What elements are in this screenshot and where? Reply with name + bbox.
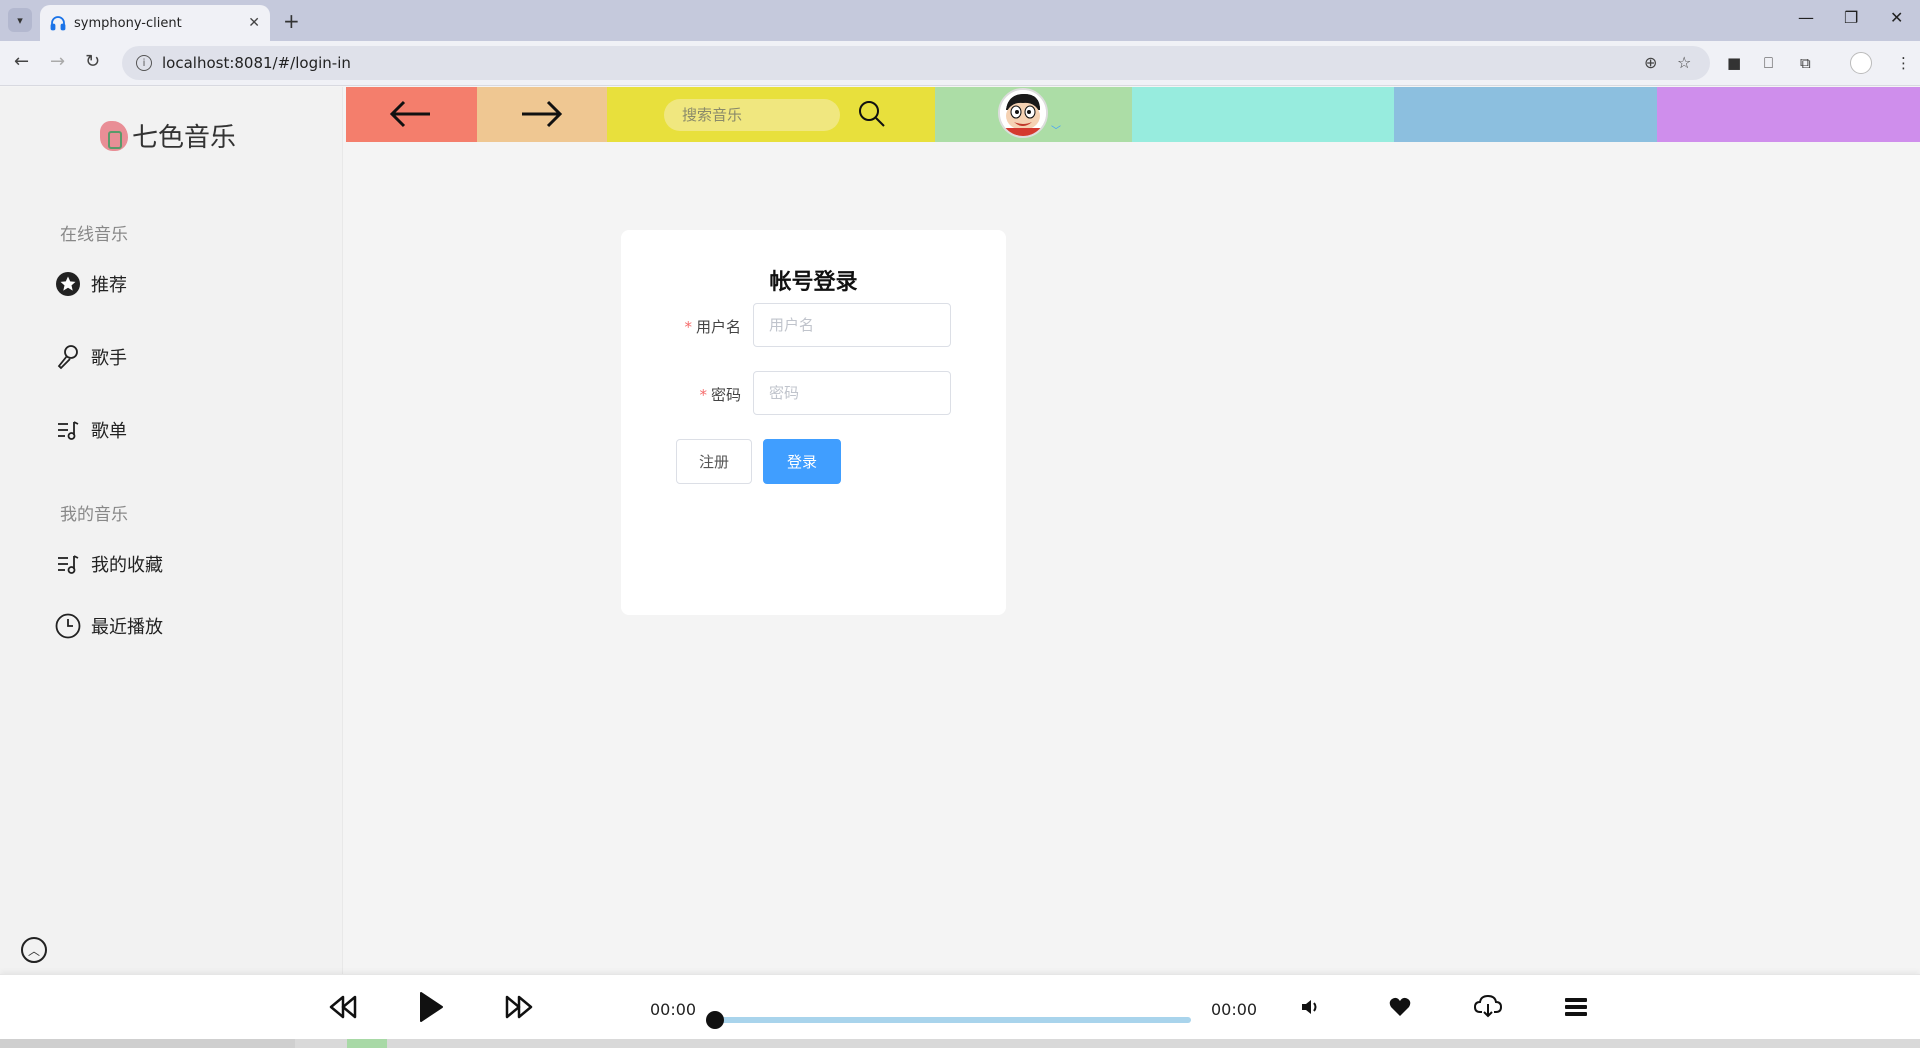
- address-bar[interactable]: i localhost:8081/#/login-in: [122, 46, 1710, 80]
- search-icon[interactable]: [858, 100, 886, 132]
- current-time: 00:00: [650, 1000, 697, 1019]
- reload-icon[interactable]: ↻: [85, 51, 100, 72]
- progress-bar[interactable]: [716, 1017, 1191, 1023]
- sidebar-item-singers[interactable]: 歌手: [55, 344, 127, 370]
- username-label: * 用户名: [651, 316, 741, 337]
- taskbar-indicator: [347, 1039, 387, 1048]
- list-icon: [1565, 998, 1587, 1016]
- section-online-music: 在线音乐: [60, 225, 128, 245]
- search-input[interactable]: [664, 99, 840, 131]
- star-circle-icon: [55, 271, 81, 297]
- sidebar: 七色音乐 在线音乐 推荐 歌手 歌单 我的音乐 我的收藏 最近播放 ︿: [0, 87, 343, 974]
- download-button[interactable]: [1474, 994, 1502, 1018]
- chevron-down-icon: ▾: [17, 13, 23, 27]
- playlist-menu-button[interactable]: [1564, 996, 1588, 1018]
- sidebar-item-label: 歌手: [91, 348, 127, 369]
- browser-toolbar: ← → ↻ i localhost:8081/#/login-in ⊕ ☆ ■ …: [0, 41, 1920, 86]
- header-segment-blue: [1394, 87, 1657, 142]
- tab-close-icon[interactable]: ✕: [248, 15, 260, 31]
- minimize-button[interactable]: —: [1798, 8, 1814, 27]
- user-segment: ﹀: [935, 87, 1132, 142]
- header-segment-purple: [1657, 87, 1920, 142]
- restore-button[interactable]: ❐: [1844, 8, 1858, 27]
- sidebar-item-playlists[interactable]: 歌单: [55, 417, 127, 443]
- browser-tab[interactable]: symphony-client ✕: [40, 5, 270, 41]
- search-segment: [607, 87, 935, 142]
- section-my-music: 我的音乐: [60, 505, 128, 525]
- fast-forward-icon: [505, 995, 533, 1019]
- volume-button[interactable]: [1300, 997, 1322, 1017]
- extensions-puzzle-icon[interactable]: ⧉: [1800, 54, 1811, 72]
- taskbar-edge: [0, 1039, 1920, 1048]
- window-close-button[interactable]: ✕: [1890, 8, 1903, 27]
- music-player-bar: 00:00 00:00: [0, 974, 1920, 1039]
- sidebar-item-favorites[interactable]: 我的收藏: [55, 551, 163, 577]
- play-icon: [420, 992, 443, 1022]
- heart-icon: [1389, 997, 1411, 1016]
- sidebar-item-label: 最近播放: [91, 617, 163, 638]
- chevron-up-icon: ︿: [27, 943, 40, 958]
- required-mark: *: [684, 318, 692, 336]
- user-avatar[interactable]: [998, 88, 1048, 138]
- playlist-icon: [55, 417, 81, 443]
- password-label: * 密码: [651, 384, 741, 405]
- extension-icon[interactable]: ■: [1727, 54, 1741, 72]
- url-text: localhost:8081/#/login-in: [162, 54, 351, 72]
- new-tab-button[interactable]: +: [283, 9, 300, 33]
- profile-avatar[interactable]: [1850, 52, 1872, 74]
- sidebar-item-label: 我的收藏: [91, 555, 163, 576]
- zoom-icon[interactable]: ⊕: [1644, 53, 1657, 72]
- login-button[interactable]: 登录: [763, 439, 841, 484]
- headphones-icon: [50, 16, 66, 31]
- volume-icon: [1302, 1000, 1317, 1014]
- progress-thumb[interactable]: [706, 1011, 724, 1029]
- total-time: 00:00: [1211, 1000, 1258, 1019]
- menu-dots-icon[interactable]: ⋮: [1896, 54, 1911, 72]
- top-navbar: ﹀: [346, 87, 1920, 142]
- sidebar-item-label: 推荐: [91, 275, 127, 296]
- play-button[interactable]: [418, 991, 444, 1023]
- back-arrow-icon[interactable]: ←: [14, 51, 29, 72]
- logo-text: 七色音乐: [132, 123, 237, 153]
- clock-icon: [55, 613, 81, 639]
- scroll-up-button[interactable]: ︿: [21, 937, 47, 963]
- password-label-text: 密码: [710, 386, 741, 404]
- sidebar-item-label: 歌单: [91, 421, 127, 442]
- forward-arrow-icon[interactable]: →: [50, 51, 65, 72]
- nav-back-segment[interactable]: [346, 87, 477, 142]
- taskbar-shadow: [0, 1039, 295, 1048]
- sidebar-item-recent[interactable]: 最近播放: [55, 613, 163, 639]
- login-card: 帐号登录 *用户名 *密码 注册 登录: [621, 230, 1006, 615]
- required-mark: *: [699, 386, 707, 404]
- username-label-text: 用户名: [695, 318, 741, 336]
- register-button[interactable]: 注册: [676, 439, 752, 484]
- bookmark-star-icon[interactable]: ☆: [1677, 53, 1691, 72]
- tab-search-button[interactable]: ▾: [8, 8, 32, 32]
- logo-icon: [100, 120, 128, 151]
- bookmarks-icon[interactable]: ⎕: [1764, 54, 1773, 72]
- sidebar-item-recommend[interactable]: 推荐: [55, 271, 127, 297]
- rewind-icon: [329, 995, 357, 1019]
- forward-arrow-icon[interactable]: [520, 97, 564, 137]
- cloud-download-icon: [1474, 994, 1502, 1018]
- username-field[interactable]: [753, 303, 951, 347]
- favorite-button[interactable]: [1389, 997, 1411, 1017]
- tab-title: symphony-client: [74, 15, 182, 31]
- chevron-down-icon[interactable]: ﹀: [1051, 122, 1061, 137]
- microphone-icon: [55, 344, 81, 370]
- previous-track-button[interactable]: [328, 993, 358, 1021]
- site-info-icon[interactable]: i: [136, 55, 152, 71]
- header-segment-cyan: [1132, 87, 1394, 142]
- nav-forward-segment[interactable]: [477, 87, 607, 142]
- next-track-button[interactable]: [504, 993, 534, 1021]
- playlist-icon: [55, 551, 81, 577]
- back-arrow-icon[interactable]: [388, 97, 432, 137]
- app-logo[interactable]: 七色音乐: [100, 117, 236, 154]
- password-field[interactable]: [753, 371, 951, 415]
- login-title: 帐号登录: [769, 270, 858, 295]
- browser-tab-bar: ▾ symphony-client ✕ + — ❐ ✕: [0, 0, 1920, 41]
